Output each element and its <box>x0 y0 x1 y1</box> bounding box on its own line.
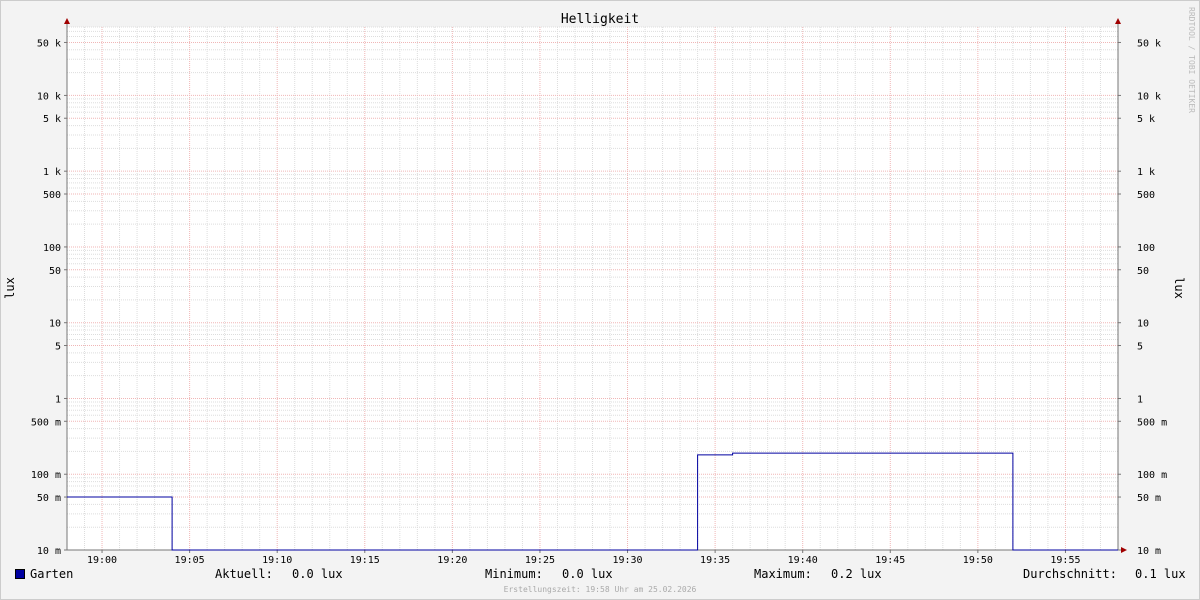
y-tick-label-left: 50 <box>49 266 61 277</box>
y-tick-label-left: 1 k <box>43 167 61 178</box>
y-tick-label-right: 100 m <box>1137 470 1167 481</box>
y-tick-label-left: 100 <box>43 243 61 254</box>
legend-min-value: 0.0 lux <box>562 567 613 581</box>
x-tick-label: 19:20 <box>437 555 467 566</box>
y-tick-label-right: 5 k <box>1137 114 1155 125</box>
y-tick-label-right: 500 <box>1137 190 1155 201</box>
y-tick-label-left: 5 <box>55 342 61 353</box>
chart-container: Helligkeit lux lux RRDTOOL / TOBI OETIKE… <box>0 0 1200 600</box>
y-axis-label-left: lux <box>3 277 17 299</box>
legend-avg-value: 0.1 lux <box>1135 567 1186 581</box>
y-tick-label-right: 50 k <box>1137 38 1161 49</box>
legend-series-name: Garten <box>30 567 74 581</box>
y-tick-label-left: 10 k <box>37 91 61 102</box>
legend-swatch-garten <box>15 569 25 579</box>
y-tick-label-right: 1 k <box>1137 167 1155 178</box>
y-tick-label-left: 100 m <box>31 470 61 481</box>
watermark: RRDTOOL / TOBI OETIKER <box>1187 7 1196 113</box>
y-tick-label-left: 50 m <box>37 493 61 504</box>
x-tick-label: 19:25 <box>525 555 555 566</box>
x-tick-label: 19:10 <box>262 555 292 566</box>
y-tick-label-left: 10 m <box>37 546 61 557</box>
x-tick-label: 19:05 <box>175 555 205 566</box>
y-tick-label-right: 50 m <box>1137 493 1161 504</box>
legend-max-value: 0.2 lux <box>831 567 882 581</box>
legend-current-label: Aktuell: <box>215 567 273 581</box>
legend-current-value: 0.0 lux <box>292 567 343 581</box>
y-tick-label-right: 5 <box>1137 342 1143 353</box>
x-tick-label: 19:15 <box>350 555 380 566</box>
legend-avg-label: Durchschnitt: <box>1023 567 1117 581</box>
y-tick-label-left: 500 <box>43 190 61 201</box>
y-tick-label-right: 1 <box>1137 394 1143 405</box>
legend-min-label: Minimum: <box>485 567 543 581</box>
x-tick-label: 19:30 <box>612 555 642 566</box>
x-tick-label: 19:55 <box>1050 555 1080 566</box>
y-tick-label-right: 500 m <box>1137 417 1167 428</box>
y-tick-label-left: 10 <box>49 319 61 330</box>
legend-max-label: Maximum: <box>754 567 812 581</box>
creation-timestamp: Erstellungszeit: 19:58 Uhr am 25.02.2026 <box>503 585 697 594</box>
x-tick-label: 19:00 <box>87 555 117 566</box>
chart-title: Helligkeit <box>561 12 639 27</box>
y-tick-label-right: 10 m <box>1137 546 1161 557</box>
y-tick-label-right: 100 <box>1137 243 1155 254</box>
brightness-chart: Helligkeit lux lux RRDTOOL / TOBI OETIKE… <box>0 0 1200 600</box>
x-tick-label: 19:50 <box>963 555 993 566</box>
y-tick-label-right: 10 <box>1137 319 1149 330</box>
x-tick-label: 19:40 <box>788 555 818 566</box>
y-axis-label-right: lux <box>1172 277 1186 299</box>
y-tick-label-left: 5 k <box>43 114 61 125</box>
y-tick-label-right: 10 k <box>1137 91 1161 102</box>
x-tick-label: 19:45 <box>875 555 905 566</box>
y-tick-label-right: 50 <box>1137 266 1149 277</box>
x-tick-label: 19:35 <box>700 555 730 566</box>
y-tick-label-left: 1 <box>55 394 61 405</box>
y-tick-label-left: 500 m <box>31 417 61 428</box>
y-tick-label-left: 50 k <box>37 38 61 49</box>
